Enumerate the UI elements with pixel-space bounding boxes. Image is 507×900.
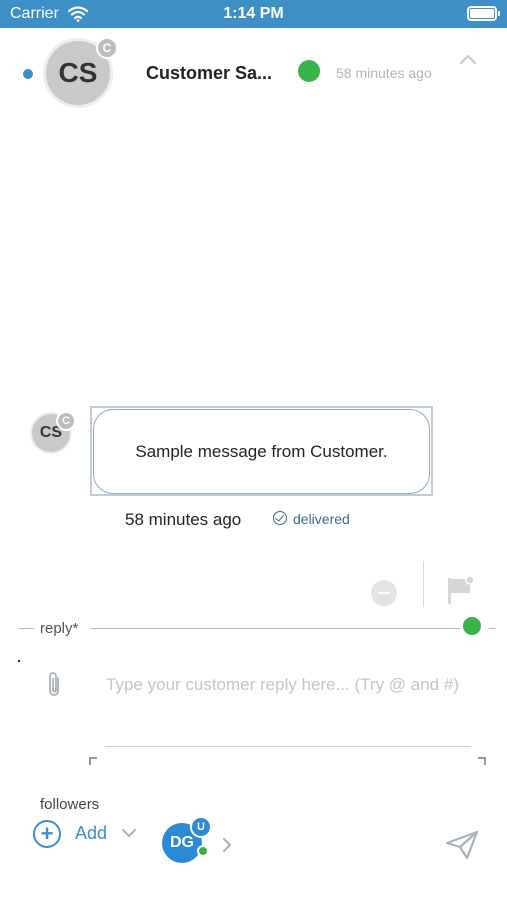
followers-label: followers (40, 796, 100, 813)
reply-status-indicator (463, 617, 481, 635)
resize-corner-left[interactable] (89, 757, 97, 765)
delivered-check-icon (273, 511, 287, 525)
battery-icon (467, 6, 500, 21)
message-time: 58 minutes ago (125, 510, 242, 529)
reply-divider-right (90, 628, 460, 629)
send-icon[interactable] (445, 830, 479, 860)
message-sender-role-badge: C (56, 411, 76, 431)
flag-icon[interactable] (446, 576, 476, 606)
collapse-icon[interactable] (458, 52, 478, 66)
resize-corner-right[interactable] (478, 757, 486, 765)
clock-time: 1:14 PM (223, 5, 284, 22)
delivery-status: delivered (293, 511, 350, 527)
follower-role-badge: U (190, 816, 212, 838)
reply-input-underline (105, 746, 471, 747)
follower-presence-indicator (197, 845, 209, 857)
reply-divider-left (18, 628, 34, 629)
chevron-right-icon[interactable] (222, 837, 232, 853)
divider-dot (18, 660, 20, 662)
reply-divider-end (489, 628, 496, 629)
attachment-icon[interactable] (44, 670, 64, 700)
reply-label: reply* (40, 620, 79, 637)
add-follower-button[interactable]: Add (75, 823, 107, 844)
chevron-down-icon[interactable] (121, 828, 137, 838)
contact-name[interactable]: Customer Sa... (146, 63, 272, 84)
message-bubble[interactable]: Sample message from Customer. (93, 409, 430, 494)
toolbar-divider (423, 561, 424, 607)
last-active-time: 58 minutes ago (336, 65, 432, 81)
contact-presence-indicator (298, 60, 320, 82)
unread-indicator (23, 69, 33, 79)
contact-role-badge: C (96, 37, 118, 59)
add-icon[interactable]: + (33, 820, 61, 848)
minus-icon[interactable] (371, 580, 397, 606)
status-bar: Carrier 1:14 PM (0, 0, 507, 28)
reply-input[interactable] (106, 673, 476, 743)
